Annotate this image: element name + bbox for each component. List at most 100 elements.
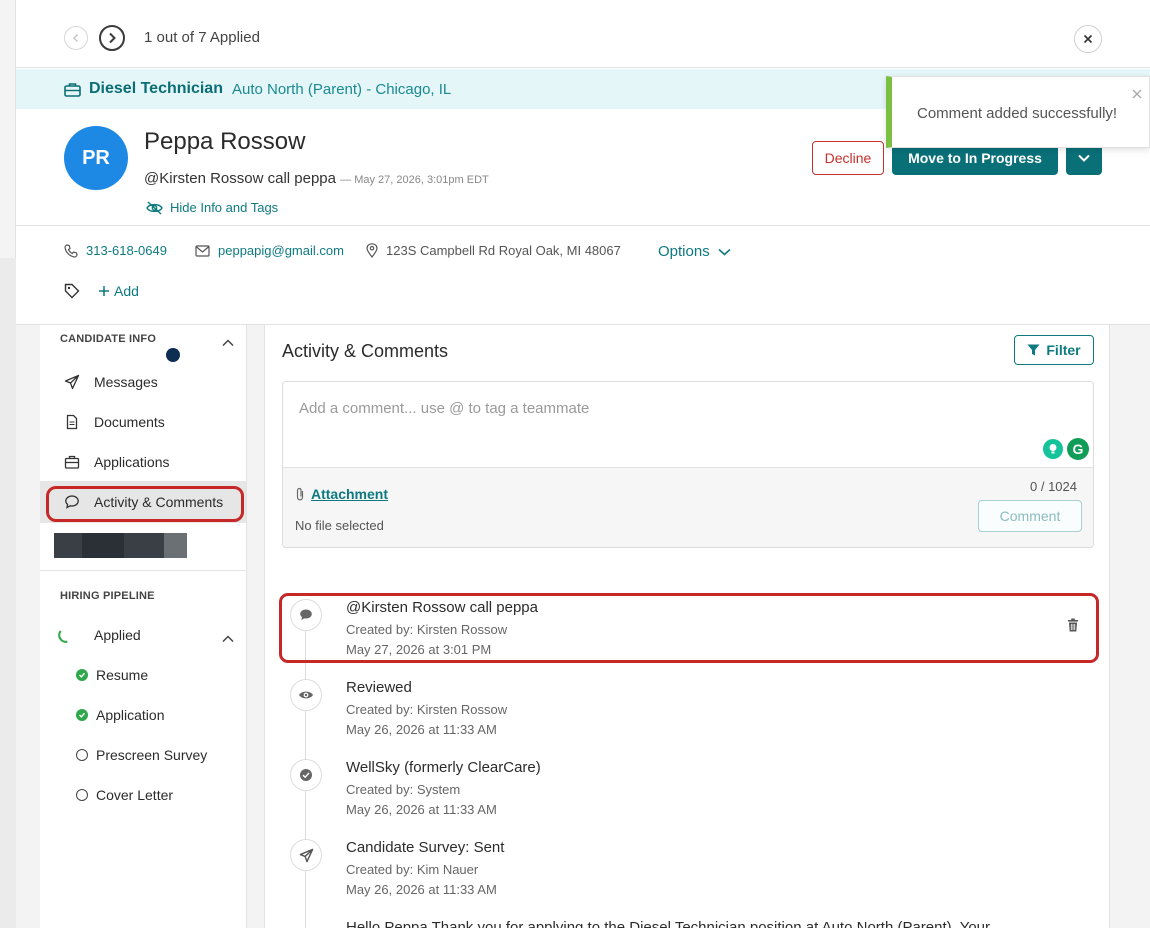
previous-candidate-button[interactable] [64,26,88,50]
plus-icon [99,286,109,296]
sidebar-item-label: Messages [94,374,158,390]
no-file-text: No file selected [295,518,384,533]
close-icon [1083,34,1093,44]
header-divider [16,225,1150,226]
candidate-modal: 1 out of 7 Applied Diesel Technician Aut… [16,0,1150,928]
pipeline-step-prescreen-survey[interactable]: Prescreen Survey [76,747,207,763]
notification-dot [166,348,180,362]
latest-comment-time: — May 27, 2026, 3:01pm EDT [340,174,489,186]
send-icon [64,374,80,390]
grammarly-widget[interactable]: G [1038,434,1093,464]
candidate-name: Peppa Rossow [144,128,306,155]
timeline-item-author: Created by: Kim Nauer [346,862,479,877]
background-page-edge [0,0,16,928]
timeline-item-title: Candidate Survey: Sent [346,839,505,856]
hide-info-label: Hide Info and Tags [170,200,279,215]
document-icon [66,414,78,430]
attachment-button[interactable]: Attachment [295,486,388,502]
pipeline-step-label: Resume [96,667,149,683]
panel-title: Activity & Comments [282,341,449,361]
comment-input[interactable]: Add a comment... use @ to tag a teammate [283,382,1093,467]
latest-comment-text: @Kirsten Rossow call peppa [144,170,336,187]
check-circle-icon [290,759,322,791]
sidebar-divider [40,570,246,571]
timeline-item: Reviewed Created by: Kirsten Rossow May … [265,673,1111,743]
eye-slash-icon [146,200,163,215]
highlight-ring-comment [279,593,1099,663]
decline-button[interactable]: Decline [812,141,884,175]
pipeline-step-label: Cover Letter [96,787,174,803]
tag-icon [64,283,80,299]
sidebar-item-label: Applications [94,454,170,470]
close-modal-button[interactable] [1074,25,1102,53]
paperclip-icon [296,487,304,501]
grammarly-icon: G [1067,438,1089,460]
toast-message: Comment added successfully! [917,105,1118,122]
phone-number[interactable]: 313-618-0649 [86,243,167,258]
chevron-left-icon [72,33,79,43]
sidebar-item-applications[interactable]: Applications [64,454,170,470]
eye-icon [290,679,322,711]
pipeline-stage-applied[interactable]: Applied [58,627,141,643]
sidebar-item-documents[interactable]: Documents [64,414,165,430]
timeline-item-title: Hello Peppa Thank you for applying to th… [346,919,991,928]
tags-row: Add [64,283,139,299]
email-contact[interactable]: peppapig@gmail.com [195,243,344,258]
filter-button[interactable]: Filter [1014,335,1094,365]
timeline-item-date: May 26, 2026 at 11:33 AM [346,802,497,817]
sidebar-item-label: Documents [94,414,165,430]
job-title-link[interactable]: Diesel Technician [89,80,223,98]
char-count: 0 / 1024 [1030,479,1077,494]
phone-contact[interactable]: 313-618-0649 [64,243,167,258]
candidate-info-heading: CANDIDATE INFO [60,333,157,345]
phone-icon [64,243,78,258]
timeline-item: Candidate Survey: Sent Created by: Kim N… [265,833,1111,903]
pipeline-step-resume[interactable]: Resume [76,667,148,683]
candidate-counter: 1 out of 7 Applied [144,29,260,46]
highlight-ring-sidebar [46,486,244,522]
filter-icon [1027,344,1040,356]
redacted-block [54,533,187,558]
location-pin-icon [366,243,378,258]
hide-info-toggle[interactable]: Hide Info and Tags [146,200,278,215]
lightbulb-icon [1043,439,1063,459]
chevron-down-icon [1078,154,1090,162]
sidebar-item-messages[interactable]: Messages [64,374,158,390]
chevron-right-icon [109,32,116,44]
timeline-item-date: May 26, 2026 at 11:33 AM [346,722,497,737]
avatar: PR [64,126,128,190]
pipeline-step-application[interactable]: Application [76,707,165,723]
pipeline-step-label: Prescreen Survey [96,747,208,763]
mail-icon [195,244,210,257]
attachment-label: Attachment [311,486,389,502]
empty-circle-icon [76,749,88,761]
add-tag-button[interactable]: Add [98,283,139,299]
address-text: 123S Campbell Rd Royal Oak, MI 48067 [386,243,621,258]
comment-composer: Add a comment... use @ to tag a teammate… [282,381,1094,548]
briefcase-icon [64,455,80,469]
address-contact: 123S Campbell Rd Royal Oak, MI 48067 [366,243,621,258]
chevron-up-icon [222,635,234,643]
activity-panel: Activity & Comments Filter Add a comment… [264,325,1110,928]
add-tag-label: Add [114,283,139,299]
collapse-pipeline-button[interactable] [222,630,234,648]
timeline-item-title: Reviewed [346,679,412,696]
latest-comment-summary: @Kirsten Rossow call peppa — May 27, 202… [144,170,489,187]
toast-close-button[interactable] [1132,86,1142,104]
collapse-candidate-info-button[interactable] [222,334,234,352]
pipeline-stage-label: Applied [94,627,141,643]
pipeline-step-label: Application [96,707,165,723]
comment-submit-button[interactable]: Comment [978,500,1082,532]
pipeline-step-cover-letter[interactable]: Cover Letter [76,787,173,803]
email-address[interactable]: peppapig@gmail.com [218,243,344,258]
briefcase-icon [64,82,81,97]
close-icon [1132,89,1142,99]
timeline-item-author: Created by: Kirsten Rossow [346,702,508,717]
next-candidate-button[interactable] [99,25,125,51]
options-label: Options [658,243,710,260]
timeline-item-author: Created by: System [346,782,461,797]
success-toast: Comment added successfully! [886,76,1150,148]
modal-top-nav: 1 out of 7 Applied [16,0,1150,68]
empty-circle-icon [76,789,88,801]
options-dropdown[interactable]: Options [658,243,731,260]
